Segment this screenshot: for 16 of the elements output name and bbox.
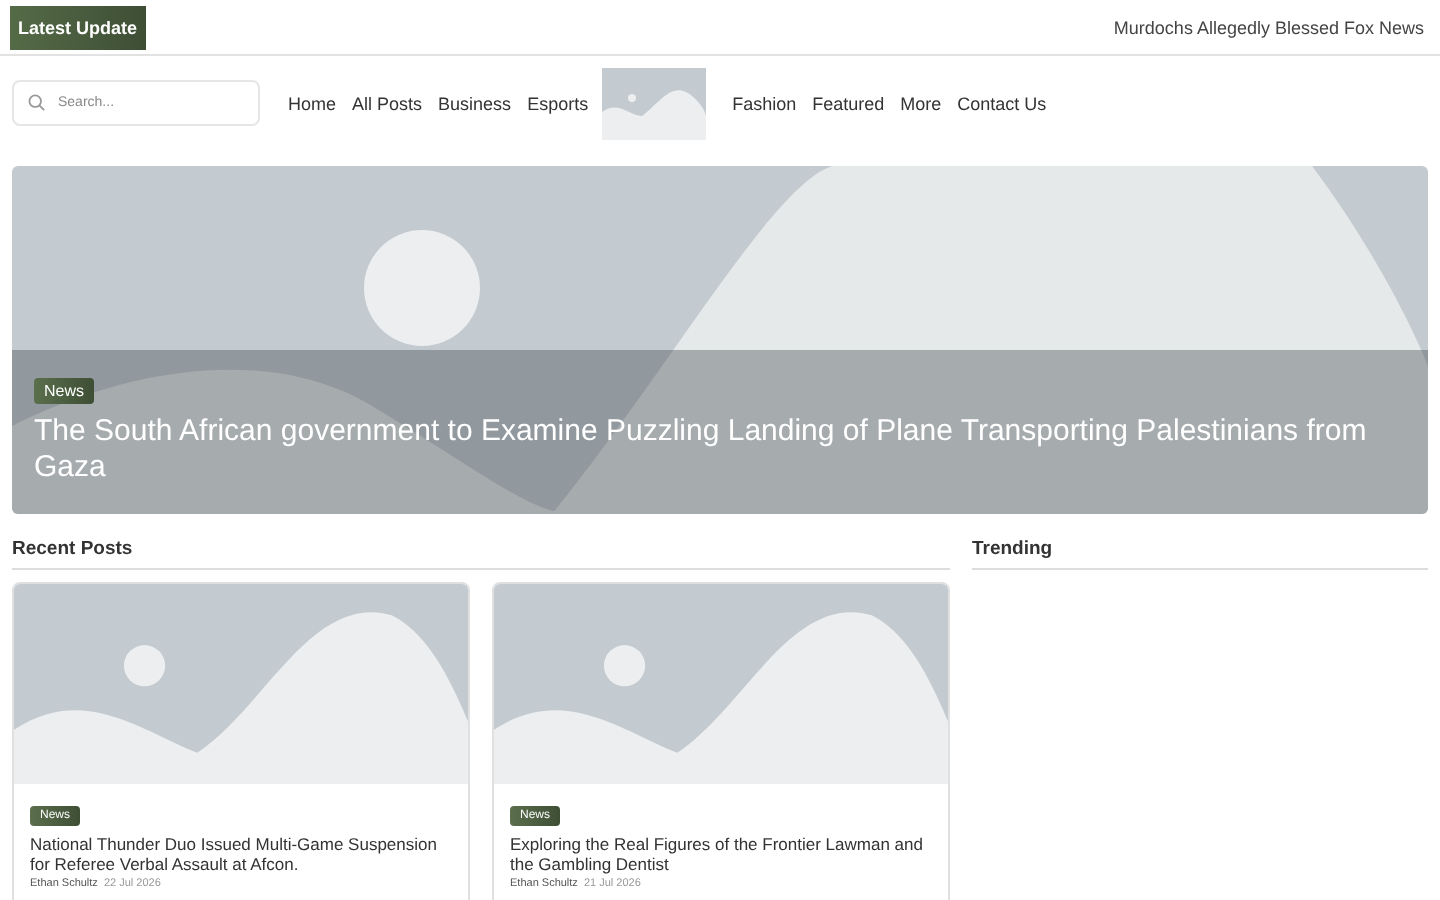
nav-link[interactable]: Home [288,93,337,113]
section-heading: Recent Posts [12,538,950,570]
category-tag[interactable]: News [34,378,95,404]
nav-link[interactable]: All Posts [352,93,423,113]
nav-link[interactable]: Fashion [732,93,797,113]
nav-link[interactable]: Business [438,93,512,113]
search-icon [28,94,46,112]
post-title[interactable]: National Thunder Duo Issued Multi-Game Suspension for Referee Verbal Assault at Afcon. [30,834,452,874]
latest-update-badge: Latest Update [10,5,146,49]
nav-link[interactable]: More [900,93,942,113]
ticker-headline[interactable]: Murdochs Allegedly Blessed Fox News [1113,17,1424,37]
nav-link[interactable]: Contact Us [957,93,1047,113]
nav-link[interactable]: Featured [812,93,885,113]
section-heading: Trending [972,538,1428,570]
nav-link[interactable]: Esports [527,93,589,113]
post-title[interactable]: Exploring the Real Figures of the Frontier Lawman and the Gambling Dentist [510,834,932,874]
